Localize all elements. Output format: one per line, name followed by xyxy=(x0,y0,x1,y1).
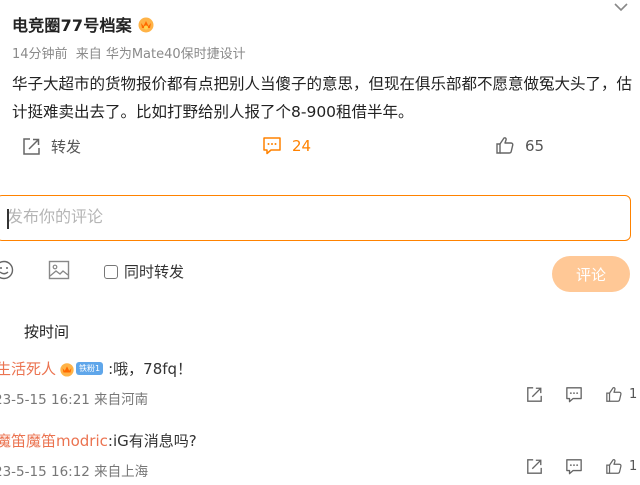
comment-input[interactable] xyxy=(0,196,630,240)
post-header: 电竞圈77号档案 xyxy=(12,12,155,36)
comment-like-count: 1 xyxy=(629,387,638,402)
comment-icon[interactable] xyxy=(565,458,583,475)
post-action-bar: 转发 24 65 xyxy=(0,136,640,164)
post-time[interactable]: 14分钟前 xyxy=(12,47,68,62)
post-body: 华子大超市的货物报价都有点把别人当傻子的意思，但现在俱乐部都不愿意做冤大头了，估… xyxy=(12,75,633,121)
comment-actions: 1 xyxy=(526,458,637,475)
comment-like-button[interactable]: 1 xyxy=(605,458,637,475)
repost-icon[interactable] xyxy=(526,458,543,475)
post-source: 来自 华为Mate40保时捷设计 xyxy=(75,47,246,62)
comment-like-count: 1 xyxy=(629,459,638,474)
also-repost-option[interactable]: 同时转发 xyxy=(104,261,184,282)
image-icon[interactable] xyxy=(48,260,70,280)
comment-meta: 23-5-15 16:12 来自上海 xyxy=(0,464,149,480)
composer-toolbar: 同时转发 评论 xyxy=(0,256,640,292)
comment-username[interactable]: 魔笛魔笛modric xyxy=(0,430,108,451)
comment-line: 魔笛魔笛modric :iG有消息吗? xyxy=(0,430,197,451)
sort-by-time[interactable]: 按时间 xyxy=(24,321,69,342)
comment-item: 魔笛魔笛modric :iG有消息吗? 23-5-15 16:12 来自上海 1 xyxy=(0,430,640,485)
also-repost-checkbox[interactable] xyxy=(104,264,118,279)
text-caret xyxy=(7,209,9,229)
comment-username[interactable]: 生活死人 xyxy=(0,358,56,379)
comment-actions: 1 xyxy=(526,386,637,403)
thumbs-up-icon xyxy=(606,387,622,402)
repost-label: 转发 xyxy=(51,138,82,156)
like-count: 65 xyxy=(525,136,545,155)
also-repost-label: 同时转发 xyxy=(124,263,185,281)
comment-composer xyxy=(0,195,631,241)
submit-comment-button[interactable]: 评论 xyxy=(552,256,630,292)
vip-crown-icon xyxy=(138,17,154,33)
vip-crown-icon xyxy=(60,362,74,377)
fan-badge: 铁粉1 xyxy=(76,362,104,375)
author-name[interactable]: 电竞圈77号档案 xyxy=(12,12,132,36)
comment-icon xyxy=(263,137,281,155)
comment-like-button[interactable]: 1 xyxy=(605,386,637,403)
repost-icon xyxy=(23,138,40,155)
comment-item: 生活死人 铁粉1 :哦，78fq！ 23-5-15 16:21 来自河南 1 xyxy=(0,358,640,418)
comment-count: 24 xyxy=(292,136,312,155)
comment-meta: 23-5-15 16:21 来自河南 xyxy=(0,392,149,408)
chevron-down-icon[interactable] xyxy=(614,2,628,12)
comment-text: :iG有消息吗? xyxy=(107,432,197,450)
comment-icon[interactable] xyxy=(565,386,583,403)
like-button[interactable]: 65 xyxy=(495,136,544,155)
thumbs-up-icon xyxy=(606,459,622,474)
comment-line: 生活死人 铁粉1 :哦，78fq！ xyxy=(0,358,192,379)
repost-button[interactable]: 转发 xyxy=(22,136,81,157)
comment-text: :哦，78fq！ xyxy=(108,360,193,378)
emoji-icon[interactable] xyxy=(0,260,14,280)
comment-button[interactable]: 24 xyxy=(262,136,311,155)
thumbs-up-icon xyxy=(496,137,514,154)
post-meta: 14分钟前 来自 华为Mate40保时捷设计 xyxy=(12,43,250,62)
repost-icon[interactable] xyxy=(526,386,543,403)
